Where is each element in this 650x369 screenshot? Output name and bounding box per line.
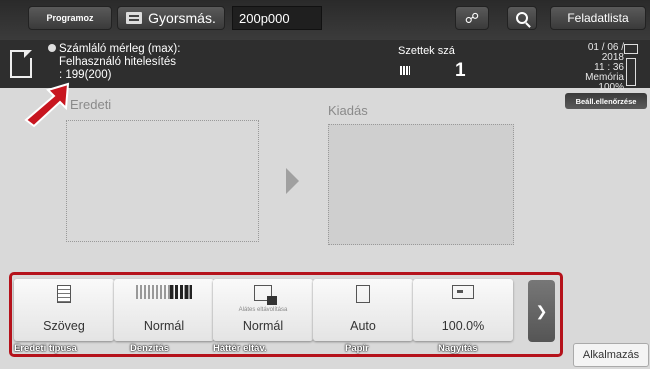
quick-copy-label: Gyorsmás. <box>148 10 216 26</box>
connection-button[interactable]: ☍ <box>455 6 489 30</box>
original-type-label: Eredeti típusa <box>14 343 77 354</box>
memory-icon <box>624 44 638 54</box>
search-icon <box>516 12 528 24</box>
original-label: Eredeti <box>70 97 112 112</box>
original-preview <box>66 120 259 242</box>
original-type-tile[interactable]: Szöveg <box>14 279 114 341</box>
number-field[interactable]: 200p000 <box>232 6 322 30</box>
date-time: 01 / 06 / 2018 11 : 36 Memória 100% <box>566 43 624 93</box>
background-removal-value: Normál <box>242 319 284 333</box>
memory-value: 100% <box>598 82 624 93</box>
density-label: Denzitás <box>130 343 170 354</box>
zoom-label: Nagyítás <box>438 343 478 354</box>
date: 01 / 06 / 2018 <box>587 42 624 63</box>
document-icon <box>10 50 32 78</box>
background-removal-tile[interactable]: Alátes eltávolítása Normál <box>213 279 313 341</box>
density-tile[interactable]: Normál <box>114 279 214 341</box>
background-removal-icon <box>254 285 277 305</box>
paper-label: Papír <box>345 343 369 354</box>
output-label: Kiadás <box>328 103 368 118</box>
arrow-right-icon <box>286 168 299 194</box>
quick-copy-icon <box>126 12 143 24</box>
zoom-icon <box>452 285 474 299</box>
counter-line1: Számláló mérleg (max): <box>59 43 181 55</box>
density-icon <box>136 285 192 299</box>
applications-button[interactable]: Alkalmazás <box>573 343 649 367</box>
output-preview <box>328 124 514 245</box>
background-removal-sub: Alátes eltávolítása <box>238 307 288 313</box>
job-list-button[interactable]: Feladatlista <box>550 6 646 30</box>
counter-line2: Felhasználó hitelesítés <box>59 56 176 68</box>
density-value: Normál <box>143 319 185 333</box>
paper-value: Auto <box>350 319 376 333</box>
next-page-button[interactable]: ❯ <box>528 280 555 342</box>
chevron-right-icon: ❯ <box>535 302 548 319</box>
zoom-value: 100.0% <box>441 319 485 333</box>
check-settings-button[interactable]: Beáll.ellenőrzése <box>565 93 647 109</box>
original-type-value: Szöveg <box>43 319 85 333</box>
counter-line3: : 199(200) <box>59 69 112 81</box>
memory-gauge <box>626 58 636 86</box>
paper-icon <box>356 285 370 303</box>
background-removal-label: Háttér eltáv. <box>213 343 267 354</box>
sets-label: Szettek szá <box>398 45 455 57</box>
counter-status: Számláló mérleg (max): Felhasználó hitel… <box>48 43 278 82</box>
status-bar: Számláló mérleg (max): Felhasználó hitel… <box>0 40 650 93</box>
program-button[interactable]: Programoz <box>28 6 112 30</box>
document-icon <box>57 285 71 303</box>
paper-tile[interactable]: Auto <box>313 279 413 341</box>
sets-icon <box>400 66 410 75</box>
zoom-tile[interactable]: 100.0% <box>413 279 513 341</box>
search-button[interactable] <box>507 6 537 30</box>
pointer-arrow-icon <box>24 82 70 128</box>
top-bar: Programoz Gyorsmás. 200p000 ☍ Feladatlis… <box>0 0 650 40</box>
link-icon: ☍ <box>464 9 480 26</box>
sets-count[interactable]: 1 <box>455 60 466 82</box>
quick-copy-button[interactable]: Gyorsmás. <box>117 6 225 30</box>
user-icon <box>48 44 56 52</box>
